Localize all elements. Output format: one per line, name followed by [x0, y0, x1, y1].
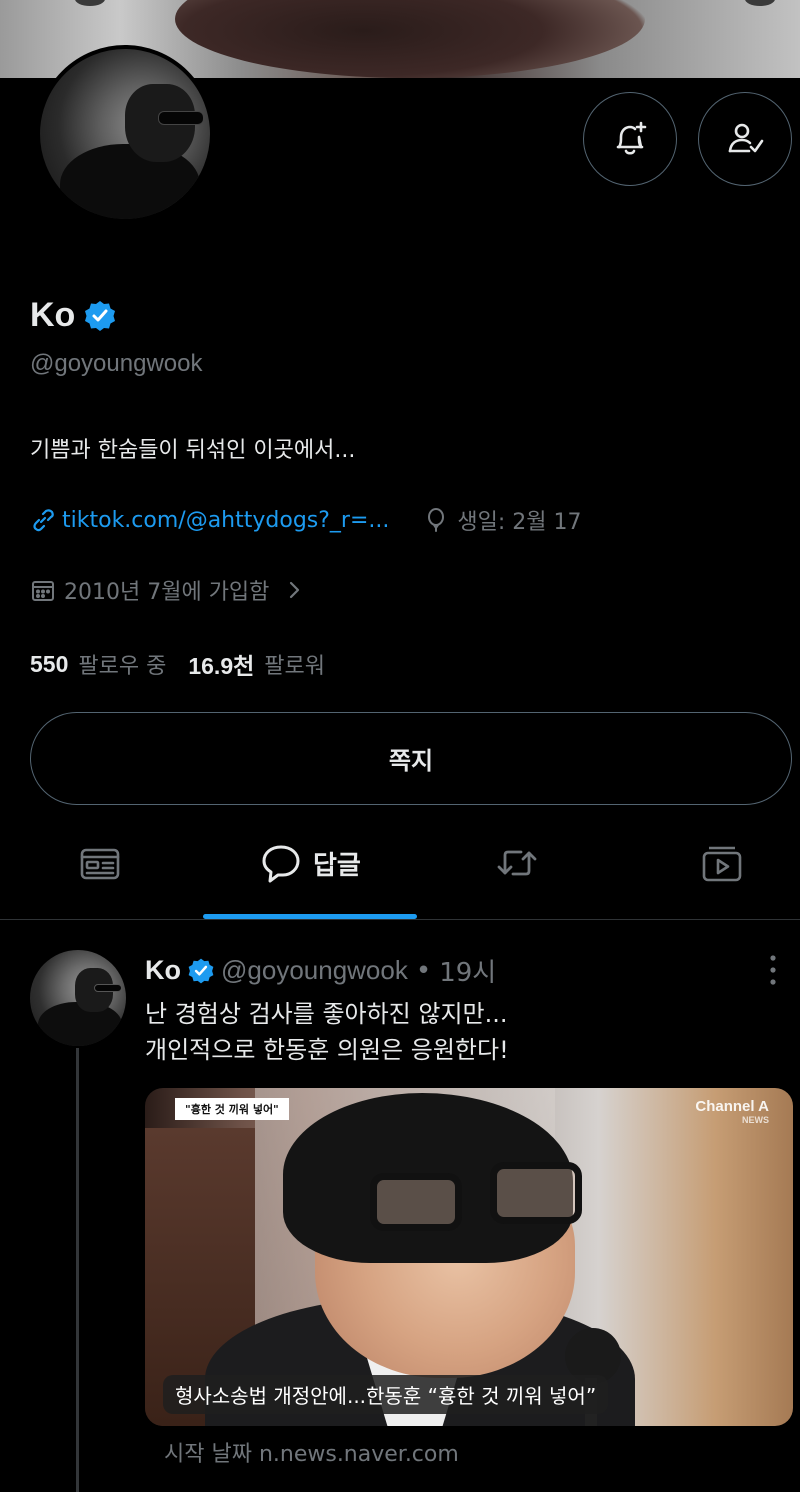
media-news-tag: "흉한 것 끼워 넣어" [175, 1098, 289, 1120]
following-status-button[interactable] [698, 92, 792, 186]
person-check-icon [728, 123, 764, 153]
notifications-button[interactable] [583, 92, 677, 186]
profile-website-link[interactable]: tiktok.com/@ahttydogs?_r=... [30, 507, 389, 533]
verified-badge-icon[interactable] [83, 299, 117, 333]
following-count: 550 [30, 650, 69, 677]
profile-joined-text: 2010년 7월에 가입함 [64, 580, 270, 605]
tweet-avatar-glasses [94, 984, 122, 992]
tab-replies[interactable]: 답글 [259, 840, 361, 886]
profile-name-row: Ko [30, 296, 117, 335]
active-tab-indicator [203, 914, 417, 919]
profile-handle: @goyoungwook [30, 350, 203, 377]
tweet-author-handle[interactable]: @goyoungwook [221, 955, 408, 986]
media-glasses-left [370, 1173, 462, 1231]
profile-birthday: 생일: 2월 17 [423, 504, 582, 536]
following-label: 팔로우 중 [78, 654, 167, 679]
media-glasses-right [490, 1162, 582, 1224]
banner-image-subject [175, 0, 645, 78]
reply-bubble-icon [262, 845, 300, 883]
message-button[interactable]: 쪽지 [30, 712, 792, 805]
tweet-header: Ko @goyoungwook • 19시 [145, 952, 496, 989]
followers-count: 16.9천 [188, 653, 255, 679]
balloon-icon [428, 508, 445, 532]
calendar-icon [32, 581, 54, 601]
banner-menu-button-edge [745, 0, 775, 6]
link-icon [33, 509, 54, 532]
bell-plus-icon [616, 121, 647, 155]
followers-link[interactable]: 16.9천 팔로워 [188, 647, 325, 681]
media-caption: 형사소송법 개정안에...한동훈 “흉한 것 끼워 넣어” [163, 1375, 609, 1414]
profile-joined[interactable]: 2010년 7월에 가입함 [30, 574, 305, 606]
profile-avatar[interactable] [36, 45, 214, 223]
chevron-right-icon [290, 581, 300, 599]
media-channel-logo-text: Channel A [695, 1098, 769, 1115]
tab-retweets[interactable] [495, 840, 539, 886]
follow-stats: 550 팔로우 중 16.9천 팔로워 [30, 647, 325, 681]
profile-website-text[interactable]: tiktok.com/@ahttydogs?_r=... [62, 508, 389, 533]
tweet-separator: • [415, 955, 432, 986]
tweet-text: 난 경험상 검사를 좋아하진 않지만... 개인적으로 한동훈 의원은 응원한다… [145, 1000, 509, 1064]
profile-bio: 기쁨과 한숨들이 뒤섞인 이곳에서... [30, 438, 356, 463]
followers-label: 팔로워 [264, 654, 326, 679]
more-vertical-icon[interactable] [762, 953, 784, 987]
tab-media[interactable] [700, 840, 744, 886]
profile-tabs: 답글 [0, 820, 800, 920]
profile-birthday-text: 생일: 2월 17 [457, 510, 582, 535]
thread-line [76, 1048, 79, 1492]
tweet-media-card[interactable]: "흉한 것 끼워 넣어" Channel A NEWS 형사소송법 개정안에..… [145, 1088, 793, 1426]
verified-badge-icon [188, 958, 214, 983]
tweet-avatar-body [38, 1002, 122, 1046]
tweet-author-name[interactable]: Ko [145, 955, 181, 986]
media-icon [702, 846, 742, 882]
tweet-time[interactable]: 19시 [439, 952, 496, 989]
profile-meta-row: tiktok.com/@ahttydogs?_r=... 생일: 2월 17 [30, 504, 582, 536]
posts-icon [80, 848, 120, 880]
tab-replies-label: 답글 [313, 850, 361, 881]
avatar-figure-glasses [158, 111, 204, 125]
media-channel-logo: Channel A NEWS [695, 1098, 769, 1125]
retweet-icon [497, 850, 537, 876]
tab-posts[interactable] [78, 840, 122, 886]
following-link[interactable]: 550 팔로우 중 [30, 648, 166, 680]
tweet-avatar[interactable] [30, 950, 126, 1046]
media-channel-logo-sub: NEWS [742, 1115, 769, 1125]
profile-name: Ko [30, 296, 76, 334]
banner-back-button-edge [75, 0, 105, 6]
link-source[interactable]: 시작 날짜 n.news.naver.com [164, 1436, 459, 1468]
